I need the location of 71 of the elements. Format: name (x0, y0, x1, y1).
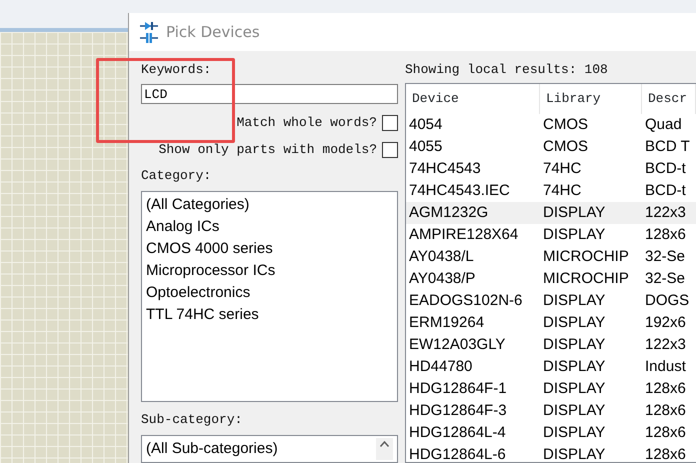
table-cell-text: DISPLAY (542, 203, 606, 223)
table-cell-text: 128x6 (644, 379, 687, 399)
table-cell-text: DISPLAY (542, 313, 606, 333)
table-cell-text: EADOGS102N-6 (408, 291, 524, 311)
table-cell-text: 192x6 (644, 313, 687, 333)
table-cell-text: ERM19264 (408, 313, 486, 333)
table-cell-text: HDG12864F-3 (408, 401, 508, 421)
table-cell-text: AY0438/P (408, 269, 476, 289)
list-item[interactable]: Analog ICs (146, 216, 393, 238)
table-cell-text: HDG12864F-1 (408, 379, 508, 399)
table-cell-text: Quad (644, 115, 683, 135)
table-cell-text: CMOS (542, 115, 589, 135)
table-cell-text: MICROCHIP (542, 247, 630, 267)
table-cell-text: DISPLAY (542, 423, 606, 443)
table-cell-text: 128x6 (644, 225, 687, 245)
selected-row[interactable]: AGM1232G DISPLAY 122x3 (406, 202, 696, 224)
table-cell-text: 74HC (542, 181, 582, 201)
table-cell-text: 122x3 (644, 335, 687, 355)
column-header[interactable]: Descr (642, 84, 696, 114)
table-cell-text: 128x6 (644, 423, 687, 443)
table-cell-text: HDG12864L-6 (408, 445, 507, 462)
list-label: Sub-category: (141, 412, 244, 428)
table-cell-text: DISPLAY (542, 379, 606, 399)
table-cell-text: HD44780 (408, 357, 474, 377)
list-item[interactable]: TTL 74HC series (146, 304, 393, 326)
table-cell-text: MICROCHIP (542, 269, 630, 289)
window-title: Pick Devices (166, 22, 260, 43)
table-cell-text: BCD T (644, 137, 691, 157)
keywords-label: Keywords: (141, 62, 212, 78)
table-cell-text: 128x6 (644, 401, 687, 421)
table-cell-text: DISPLAY (542, 445, 606, 462)
table-cell-text: 4054 (408, 115, 444, 135)
table-cell-text: DISPLAY (542, 225, 606, 245)
list-item[interactable]: (All Sub-categories) (146, 438, 278, 460)
table-cell-text: AY0438/L (408, 247, 475, 267)
table-cell-text: 32-Se (644, 269, 686, 289)
table-cell-text: AGM1232G (408, 203, 490, 223)
table-cell-text: DOGS (644, 291, 690, 311)
list-label: Category: (141, 168, 212, 184)
table-cell-text: CMOS (542, 137, 589, 157)
table-cell-text: DISPLAY (542, 357, 606, 377)
list-item[interactable]: CMOS 4000 series (146, 238, 393, 260)
table-cell-text: 4055 (408, 137, 444, 157)
list-item[interactable]: Optoelectronics (146, 282, 393, 304)
table-cell-text: HDG12864L-4 (408, 423, 507, 443)
column-header[interactable]: Library (540, 84, 642, 114)
checkbox[interactable] (382, 115, 398, 132)
column-header[interactable]: Device (406, 84, 540, 114)
list-item[interactable]: (All Categories) (146, 194, 393, 216)
option-label: Match whole words? (236, 115, 377, 132)
table-cell-text: AMPIRE128X64 (408, 225, 520, 245)
table-cell-text: DISPLAY (542, 401, 606, 421)
scroll-up-icon[interactable] (380, 441, 389, 447)
results-count: Showing local results: 108 (405, 62, 609, 78)
option-label: Show only parts with models? (158, 142, 377, 158)
table-cell-text: 128x6 (644, 445, 687, 462)
table-cell-text: DISPLAY (542, 291, 606, 311)
table-cell-text: 74HC4543 (408, 159, 482, 179)
table-cell-text: DISPLAY (542, 335, 606, 355)
table-cell-text: 122x3 (644, 203, 687, 223)
table-cell-text: EW12A03GLY (408, 335, 506, 355)
checkbox[interactable] (382, 142, 398, 158)
table-cell-text: 74HC4543.IEC (408, 181, 511, 201)
table-cell-text: BCD-t (644, 181, 687, 201)
table-cell-text: BCD-t (644, 159, 687, 179)
component-icon (140, 21, 158, 43)
table-cell-text: Indust (644, 357, 687, 377)
table-cell-text: 32-Se (644, 247, 686, 267)
list-item[interactable]: Microprocessor ICs (146, 260, 393, 282)
table-cell-text: 74HC (542, 159, 582, 179)
keywords-field[interactable]: LCD (141, 84, 398, 104)
